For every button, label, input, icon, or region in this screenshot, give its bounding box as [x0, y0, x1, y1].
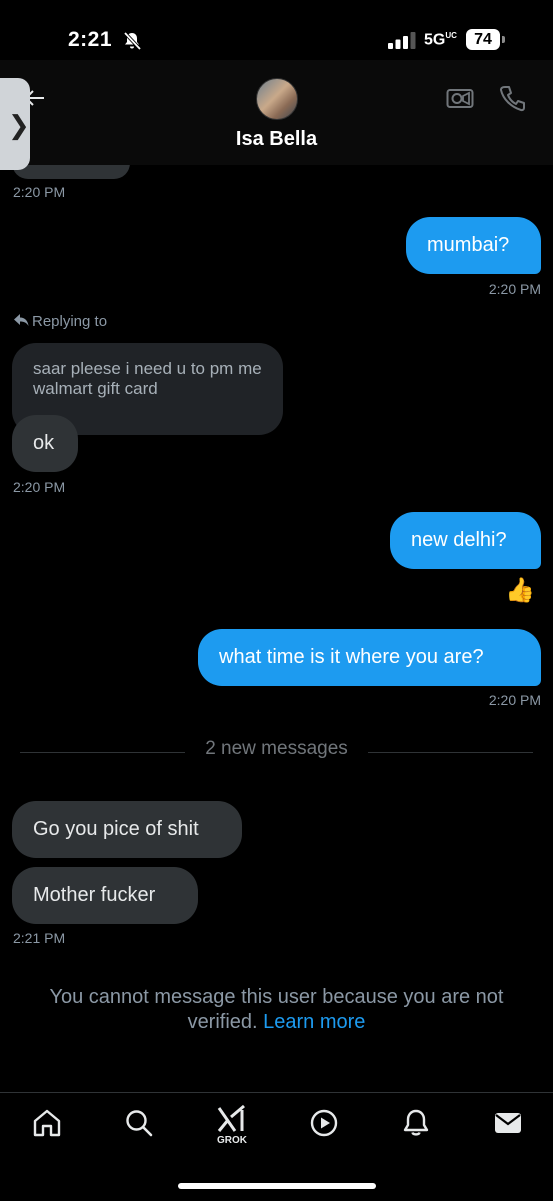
phone-call-icon[interactable]	[499, 84, 525, 112]
partial-message-bubble[interactable]	[12, 163, 130, 179]
notifications-icon[interactable]	[401, 1108, 431, 1138]
reaction-emoji[interactable]: 👍	[505, 576, 535, 605]
message-timestamp: 2:20 PM	[13, 479, 66, 495]
network-type: 5G	[424, 31, 446, 49]
replying-to-label: Replying to	[13, 313, 107, 330]
avatar[interactable]	[256, 78, 298, 120]
play-icon[interactable]	[309, 1108, 339, 1138]
message-timestamp: 2:20 PM	[488, 692, 541, 708]
battery-indicator: 74	[466, 29, 500, 50]
home-icon[interactable]	[32, 1108, 62, 1138]
replying-to-text: Replying to	[32, 313, 108, 330]
incoming-message[interactable]: ok	[12, 415, 78, 472]
battery-tip	[502, 36, 505, 43]
unverified-notice: You cannot message this user because you…	[20, 985, 533, 1035]
side-drawer-tab[interactable]: ❯	[0, 78, 30, 170]
search-icon[interactable]	[124, 1108, 154, 1138]
divider-line-right	[368, 752, 533, 753]
reply-arrow-icon	[14, 314, 29, 326]
video-call-icon[interactable]	[446, 86, 474, 110]
home-indicator	[178, 1183, 376, 1189]
bell-muted-icon	[123, 31, 142, 51]
learn-more-link[interactable]: Learn more	[263, 1011, 365, 1033]
new-messages-divider: 2 new messages	[205, 738, 348, 759]
messages-icon[interactable]	[493, 1108, 523, 1138]
outgoing-message[interactable]: new delhi?	[390, 512, 541, 569]
network-indicator: 5GUC	[424, 31, 457, 49]
message-timestamp: 2:20 PM	[488, 281, 541, 297]
status-time: 2:21	[68, 28, 113, 51]
message-timestamp: 2:20 PM	[13, 184, 66, 200]
grok-label: GROK	[217, 1135, 247, 1146]
message-timestamp: 2:21 PM	[13, 930, 66, 946]
network-suffix: UC	[445, 31, 457, 40]
incoming-message[interactable]: Mother fucker	[12, 867, 198, 924]
incoming-message[interactable]: Go you pice of shit	[12, 801, 242, 858]
contact-name[interactable]: Isa Bella	[0, 128, 553, 151]
outgoing-message[interactable]: mumbai?	[406, 217, 541, 274]
outgoing-message[interactable]: what time is it where you are?	[198, 629, 541, 686]
grok-icon[interactable]	[215, 1104, 249, 1134]
signal-icon	[388, 32, 416, 49]
